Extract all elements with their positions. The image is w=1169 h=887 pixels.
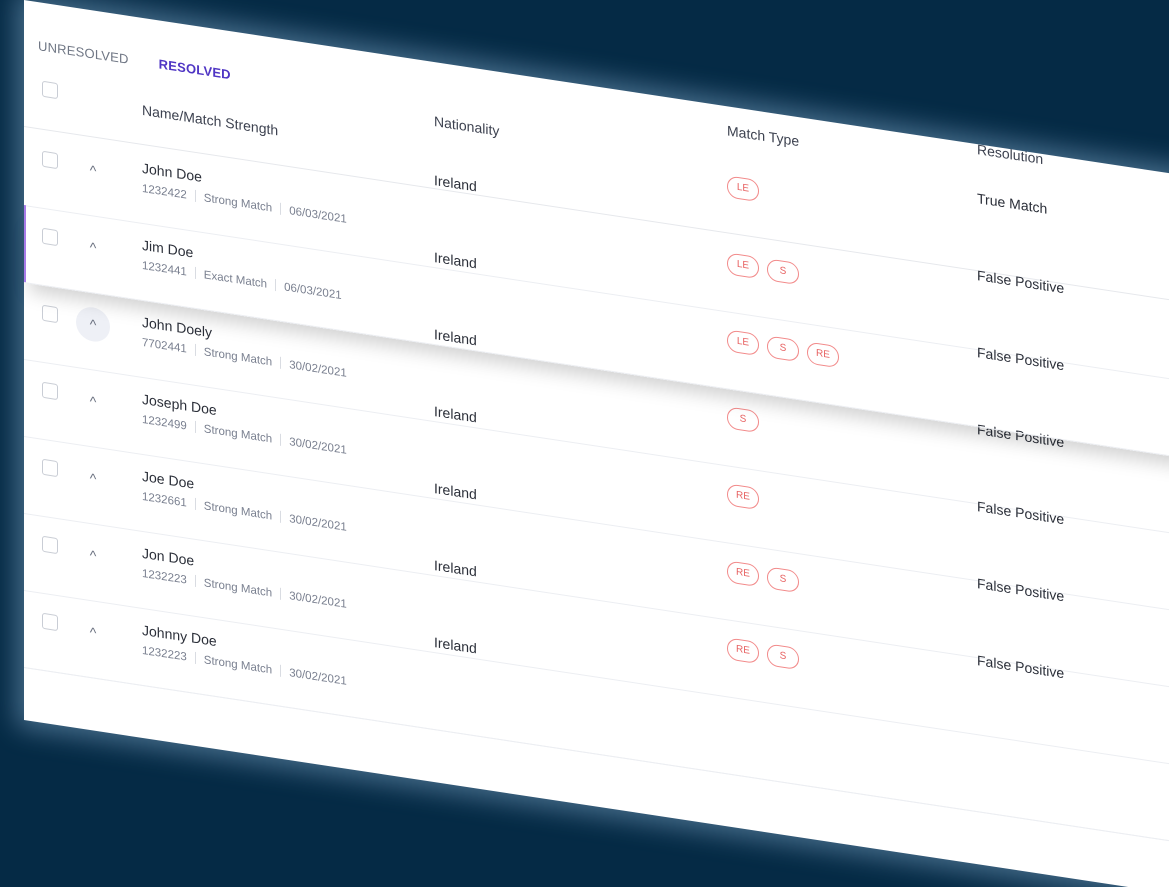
match-type-badges: S bbox=[727, 406, 759, 434]
row-checkbox[interactable] bbox=[42, 227, 58, 247]
chevron-up-icon[interactable]: ^ bbox=[76, 304, 110, 345]
row-meta: 1232422 Strong Match 06/03/2021 bbox=[142, 182, 347, 226]
match-strength: Strong Match bbox=[203, 500, 273, 523]
chevron-up-icon[interactable]: ^ bbox=[76, 382, 110, 421]
row-name: John Doe bbox=[142, 159, 202, 185]
meta-separator bbox=[194, 266, 196, 279]
row-id: 7702441 bbox=[142, 336, 187, 356]
chevron-up-icon[interactable]: ^ bbox=[76, 459, 110, 498]
column-header-resolution[interactable]: Resolution bbox=[977, 141, 1043, 167]
match-type-badges: LE bbox=[727, 175, 759, 203]
match-date: 30/02/2021 bbox=[289, 590, 347, 611]
row-meta: 1232441 Exact Match 06/03/2021 bbox=[142, 259, 342, 302]
match-type-badge: S bbox=[767, 566, 799, 594]
select-all-checkbox[interactable] bbox=[42, 80, 58, 100]
meta-separator bbox=[280, 433, 282, 446]
row-id: 1232223 bbox=[142, 567, 187, 587]
meta-separator bbox=[194, 497, 196, 510]
row-checkbox[interactable] bbox=[42, 458, 58, 478]
match-date: 30/02/2021 bbox=[289, 667, 347, 688]
match-type-badge: LE bbox=[727, 175, 759, 203]
match-date: 06/03/2021 bbox=[289, 205, 347, 226]
meta-separator bbox=[280, 664, 282, 677]
meta-separator bbox=[194, 189, 196, 202]
meta-separator bbox=[280, 202, 282, 215]
meta-separator bbox=[275, 278, 277, 292]
row-id: 1232499 bbox=[142, 413, 187, 433]
row-meta: 1232661 Strong Match 30/02/2021 bbox=[142, 490, 347, 534]
row-name: Joe Doe bbox=[142, 467, 195, 492]
match-strength: Strong Match bbox=[203, 577, 273, 600]
meta-separator bbox=[194, 651, 196, 664]
match-type-badge: S bbox=[727, 406, 759, 434]
meta-separator bbox=[280, 587, 282, 600]
match-type-badge: RE bbox=[727, 637, 759, 665]
match-strength: Strong Match bbox=[203, 423, 273, 446]
match-date: 30/02/2021 bbox=[289, 359, 347, 380]
row-name: Jim Doe bbox=[142, 236, 194, 261]
row-checkbox[interactable] bbox=[42, 304, 58, 324]
row-checkbox[interactable] bbox=[42, 150, 58, 170]
row-id: 1232223 bbox=[142, 644, 187, 664]
match-strength: Strong Match bbox=[203, 192, 273, 215]
match-type-badge: RE bbox=[727, 560, 759, 588]
meta-separator bbox=[280, 510, 282, 523]
match-type-badge: S bbox=[767, 258, 799, 286]
row-meta: 1232499 Strong Match 30/02/2021 bbox=[142, 413, 347, 457]
row-meta: 7702441 Strong Match 30/02/2021 bbox=[142, 336, 347, 380]
column-header-match-type[interactable]: Match Type bbox=[727, 122, 799, 149]
screenshot-stage: UNRESOLVED RESOLVED Name/Match Strength … bbox=[0, 0, 1169, 887]
chevron-up-icon[interactable]: ^ bbox=[76, 228, 110, 267]
match-date: 30/02/2021 bbox=[289, 513, 347, 534]
match-date: 30/02/2021 bbox=[289, 436, 347, 457]
chevron-up-icon[interactable]: ^ bbox=[76, 536, 110, 575]
tab-unresolved[interactable]: UNRESOLVED bbox=[38, 38, 129, 76]
column-header-nationality[interactable]: Nationality bbox=[434, 113, 499, 139]
match-type-badge: RE bbox=[727, 483, 759, 511]
match-date: 06/03/2021 bbox=[284, 281, 342, 303]
row-meta: 1232223 Strong Match 30/02/2021 bbox=[142, 644, 347, 688]
meta-separator bbox=[194, 574, 196, 587]
meta-separator bbox=[194, 343, 196, 356]
row-checkbox[interactable] bbox=[42, 381, 58, 401]
match-strength: Strong Match bbox=[203, 346, 273, 369]
row-name: Jon Doe bbox=[142, 544, 195, 569]
row-id: 1232661 bbox=[142, 490, 187, 510]
match-strength: Exact Match bbox=[203, 269, 268, 291]
tab-resolved[interactable]: RESOLVED bbox=[159, 56, 231, 91]
results-table-card: UNRESOLVED RESOLVED Name/Match Strength … bbox=[24, 0, 1169, 887]
meta-separator bbox=[280, 356, 282, 369]
row-meta: 1232223 Strong Match 30/02/2021 bbox=[142, 567, 347, 611]
row-checkbox[interactable] bbox=[42, 535, 58, 555]
row-id: 1232422 bbox=[142, 182, 187, 202]
row-checkbox[interactable] bbox=[42, 612, 58, 632]
match-strength: Strong Match bbox=[203, 654, 273, 677]
row-resolution: True Match bbox=[977, 190, 1048, 217]
meta-separator bbox=[194, 420, 196, 433]
match-type-badges: RE bbox=[727, 483, 759, 511]
match-type-badge: LE bbox=[727, 252, 759, 280]
match-type-badge: S bbox=[767, 643, 799, 671]
chevron-up-icon[interactable]: ^ bbox=[76, 613, 110, 652]
column-header-name[interactable]: Name/Match Strength bbox=[142, 102, 278, 139]
row-id: 1232441 bbox=[142, 259, 187, 279]
chevron-up-icon[interactable]: ^ bbox=[76, 151, 110, 190]
